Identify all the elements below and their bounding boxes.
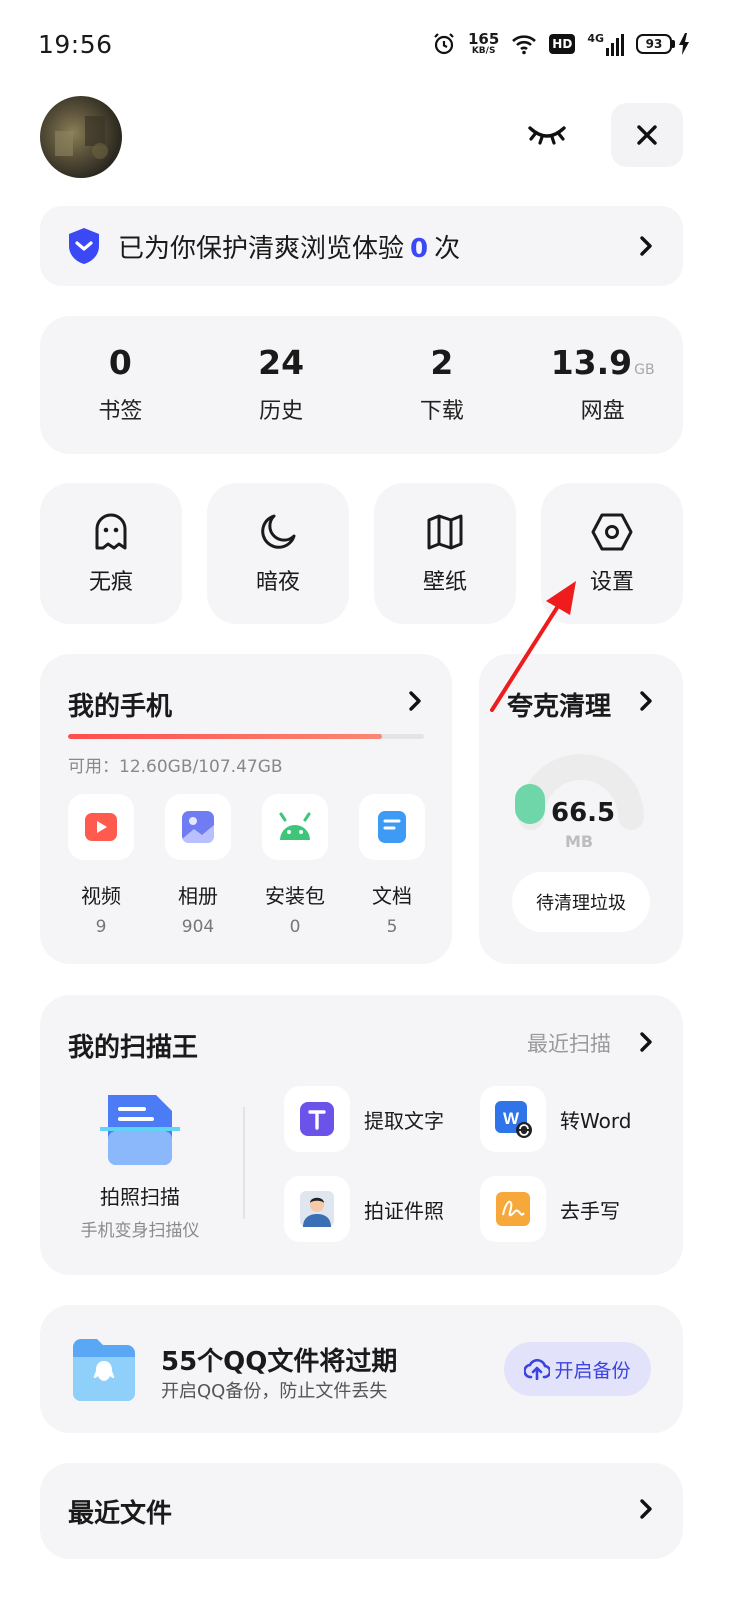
settings-hexagon-icon	[591, 513, 633, 550]
stat-bookmarks[interactable]: 0 书签	[40, 316, 201, 454]
stat-value: 24	[258, 342, 305, 382]
category-document[interactable]: 文档 5	[357, 794, 427, 937]
tool-incognito[interactable]: 无痕	[40, 483, 182, 624]
cloud-upload-icon	[524, 1358, 551, 1380]
word-icon: W	[495, 1101, 532, 1138]
scan-id-photo[interactable]: 拍证件照	[284, 1176, 444, 1242]
enable-backup-button[interactable]: 开启备份	[504, 1342, 651, 1396]
remove-handwriting-icon	[496, 1192, 530, 1226]
category-video[interactable]: 视频 9	[66, 794, 136, 937]
avatar[interactable]	[40, 96, 122, 178]
svg-text:W: W	[503, 1109, 520, 1128]
category-label: 文档	[372, 884, 412, 908]
wifi-icon	[512, 35, 537, 55]
stat-value: 0	[108, 342, 132, 382]
scan-extract-text[interactable]: 提取文字	[284, 1086, 444, 1152]
category-count: 904	[181, 917, 215, 937]
chevron-right-icon[interactable]	[639, 1498, 653, 1520]
tool-label: 壁纸	[422, 569, 467, 595]
tool-dark-mode[interactable]: 暗夜	[207, 483, 349, 624]
extract-text-icon	[300, 1102, 334, 1136]
recent-files-title: 最近文件	[68, 1499, 173, 1529]
chevron-right-icon[interactable]	[639, 690, 653, 712]
divider	[243, 1107, 245, 1219]
chevron-right-icon	[640, 236, 652, 256]
category-label: 视频	[81, 884, 121, 908]
alarm-icon	[434, 33, 454, 55]
document-icon	[378, 811, 406, 843]
battery-icon: 93	[636, 33, 690, 55]
category-count: 0	[289, 917, 301, 937]
stat-value: 13.9 GB	[550, 342, 655, 382]
net-speed: 165 KB/S	[467, 30, 500, 56]
map-icon	[427, 514, 463, 549]
chevron-right-icon[interactable]	[639, 1031, 653, 1053]
clean-button[interactable]: 待清理垃圾	[512, 872, 650, 932]
category-label: 相册	[178, 884, 218, 908]
chevron-right-icon[interactable]	[408, 690, 422, 712]
qq-backup-card[interactable]: 55个QQ文件将过期 开启QQ备份，防止文件丢失 开启备份	[40, 1305, 683, 1433]
my-phone-card[interactable]: 我的手机 可用：12.60GB/107.47GB 视频 9 相册 904 安装包…	[40, 654, 452, 964]
stat-label: 历史	[259, 398, 304, 424]
scan-document-icon	[100, 1095, 180, 1165]
tool-label: 暗夜	[255, 569, 300, 595]
photo-scan[interactable]: 拍照扫描 手机变身扫描仪	[64, 1093, 216, 1241]
scanner-card: 我的扫描王 最近扫描 拍照扫描 手机变身扫描仪 提取文字 W 转Word 拍证件…	[40, 995, 683, 1275]
scan-item-label: 拍证件照	[364, 1198, 444, 1223]
protect-banner[interactable]: 已为你保护清爽浏览体验 0 次	[40, 206, 683, 286]
qq-folder-icon	[73, 1339, 135, 1401]
album-icon	[182, 811, 214, 843]
scan-item-label: 提取文字	[364, 1108, 444, 1133]
category-count: 5	[386, 917, 398, 937]
scan-remove-handwriting[interactable]: 去手写	[480, 1176, 620, 1242]
scan-to-word[interactable]: W 转Word	[480, 1086, 631, 1152]
annotation-arrow	[490, 581, 576, 712]
category-label: 安装包	[265, 884, 325, 908]
stat-cloud-drive[interactable]: 13.9 GB 网盘	[522, 316, 683, 454]
scan-item-label: 转Word	[560, 1108, 632, 1133]
close-button[interactable]	[611, 103, 683, 167]
stat-label: 书签	[98, 398, 143, 424]
clean-value: 66.5	[551, 798, 616, 828]
status-icons: 165 KB/S HD 4G 93	[432, 28, 690, 60]
ghost-icon	[95, 513, 127, 549]
protect-text: 已为你保护清爽浏览体验 0 次	[118, 233, 461, 264]
backup-subtitle: 开启QQ备份，防止文件丢失	[161, 1381, 388, 1402]
stat-history[interactable]: 24 历史	[201, 316, 362, 454]
android-icon	[279, 812, 311, 840]
moon-icon	[261, 514, 296, 549]
photo-scan-subtitle: 手机变身扫描仪	[80, 1221, 200, 1241]
storage-text: 可用：12.60GB/107.47GB	[68, 757, 283, 777]
backup-title: 55个QQ文件将过期	[161, 1347, 398, 1377]
stat-label: 下载	[419, 398, 464, 424]
tool-label: 设置	[589, 569, 634, 595]
hd-badge: HD	[549, 34, 576, 54]
stat-label: 网盘	[580, 398, 625, 424]
storage-bar	[68, 734, 424, 739]
photo-scan-label: 拍照扫描	[100, 1185, 180, 1209]
video-icon	[85, 813, 117, 841]
scanner-title: 我的扫描王	[68, 1033, 199, 1063]
tool-label: 无痕	[88, 569, 133, 595]
stat-value: 2	[430, 342, 454, 382]
clean-unit: MB	[565, 832, 594, 851]
stat-downloads[interactable]: 2 下载	[362, 316, 523, 454]
my-phone-title: 我的手机	[68, 692, 173, 722]
scan-item-label: 去手写	[560, 1198, 620, 1223]
id-photo-icon	[300, 1191, 334, 1227]
category-count: 9	[95, 917, 107, 937]
close-icon	[637, 125, 657, 145]
stats-panel: 0 书签 24 历史 2 下载 13.9 GB 网盘	[40, 316, 683, 454]
shield-icon	[69, 228, 99, 264]
status-time: 19:56	[38, 30, 113, 59]
recent-scan-link[interactable]: 最近扫描	[527, 1028, 611, 1058]
recent-files-card[interactable]: 最近文件	[40, 1463, 683, 1559]
eye-closed-icon[interactable]	[526, 122, 568, 148]
signal-icon: 4G	[587, 32, 624, 56]
category-album[interactable]: 相册 904	[163, 794, 233, 937]
category-apk[interactable]: 安装包 0	[260, 794, 330, 937]
